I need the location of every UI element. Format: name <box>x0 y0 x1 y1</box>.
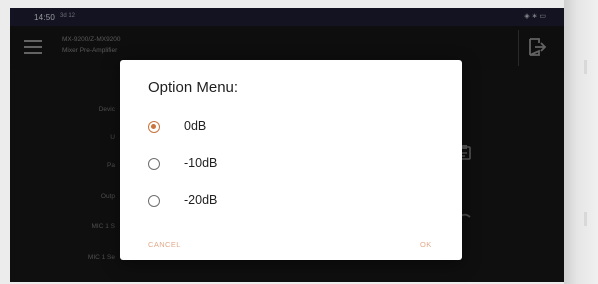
radio-unselected-icon[interactable] <box>148 195 160 207</box>
option-label: -10dB <box>184 156 218 170</box>
device-bezel <box>564 0 598 284</box>
option-label: 0dB <box>184 119 207 133</box>
radio-unselected-icon[interactable] <box>148 158 160 170</box>
phone-screen: 14:50 3d 12 ◈ ∗ ▭ MX-9200/Z-MX9200 Mixer… <box>10 8 564 282</box>
dialog-title: Option Menu: <box>148 79 239 96</box>
option-label: -20dB <box>184 193 218 207</box>
ok-button[interactable]: OK <box>420 240 432 249</box>
device-frame: 14:50 3d 12 ◈ ∗ ▭ MX-9200/Z-MX9200 Mixer… <box>0 0 598 284</box>
option-minus-10db[interactable]: -10dB <box>120 150 462 180</box>
bezel-marking <box>584 60 587 74</box>
option-menu-dialog: Option Menu: 0dB -10dB -20dB CANCEL OK <box>120 60 462 260</box>
cancel-button[interactable]: CANCEL <box>148 240 181 249</box>
radio-selected-icon[interactable] <box>148 121 160 133</box>
bezel-marking <box>584 212 587 226</box>
option-0db[interactable]: 0dB <box>120 113 462 143</box>
option-minus-20db[interactable]: -20dB <box>120 187 462 217</box>
